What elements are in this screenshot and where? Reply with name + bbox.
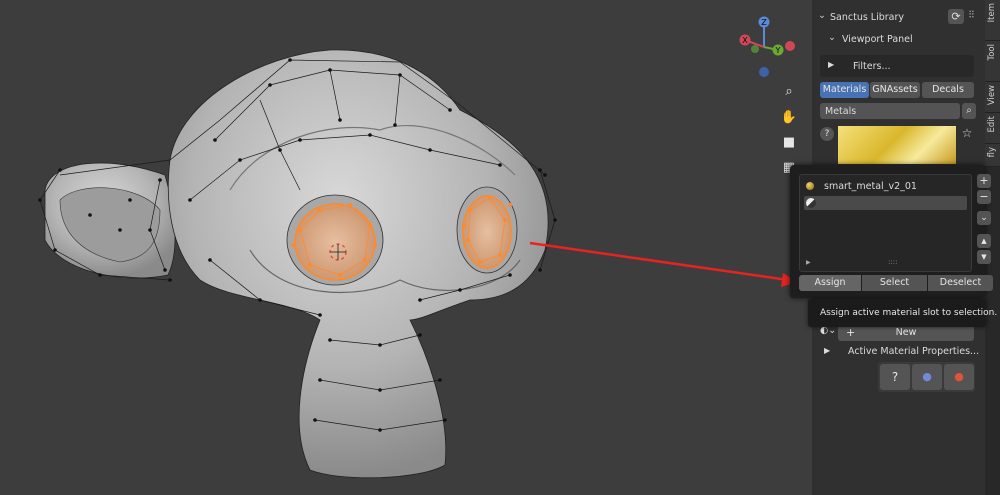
tab-tool-label: Tool xyxy=(987,44,997,61)
patreon-icon[interactable]: ● xyxy=(944,364,974,390)
active-material-properties-label: Active Material Properties... xyxy=(848,346,980,357)
tab-materials[interactable]: Materials xyxy=(820,82,869,98)
resize-grip-icon[interactable]: :::: xyxy=(888,258,897,266)
tab-view[interactable]: View xyxy=(985,82,1000,113)
tab-view-label: View xyxy=(987,85,997,106)
tooltip: Assign active material slot to selection… xyxy=(808,299,997,327)
select-button[interactable]: Select xyxy=(862,275,927,291)
viewport-subpanel-header[interactable]: ⌄ Viewport Panel xyxy=(812,30,985,48)
tab-edit-label: Edit xyxy=(987,116,997,133)
chevron-right-icon: ▶ xyxy=(828,60,835,69)
slot-menu-icon[interactable]: ⌄ xyxy=(977,211,991,225)
chevron-right-icon: ▶ xyxy=(824,346,831,355)
add-slot-icon[interactable]: + xyxy=(977,174,991,188)
pan-hand-icon[interactable]: ✋ xyxy=(780,109,798,127)
tab-edit[interactable]: Edit xyxy=(985,113,1000,144)
social-buttons: ? ● ● xyxy=(878,362,975,392)
material-slot-list[interactable]: smart_metal_v2_01 ▶ :::: xyxy=(799,174,972,272)
slot-name: smart_metal_v2_01 xyxy=(824,181,917,192)
discord-icon[interactable]: ● xyxy=(912,364,942,390)
axis-gizmo[interactable]: Z X Y xyxy=(733,14,797,80)
tab-fly[interactable]: fly xyxy=(985,144,1000,167)
empty-material-icon xyxy=(806,198,816,208)
list-item[interactable]: smart_metal_v2_01 xyxy=(804,179,967,193)
material-browse-icon[interactable]: ◐⌄ xyxy=(820,325,838,341)
active-material-properties-toggle[interactable]: ▶ Active Material Properties... xyxy=(812,344,985,360)
chevron-down-icon[interactable]: ⌄ xyxy=(828,32,836,43)
assign-button[interactable]: Assign xyxy=(799,275,861,291)
category-value: Metals xyxy=(825,106,857,117)
remove-slot-icon[interactable]: − xyxy=(977,190,991,204)
y-axis-label: Y xyxy=(775,46,781,55)
3d-cursor xyxy=(329,243,347,261)
library-header[interactable]: ⌄ Sanctus Library ⟳ ⠿ xyxy=(812,8,985,26)
favorite-star-icon[interactable]: ☆ xyxy=(960,126,974,140)
deselect-button[interactable]: Deselect xyxy=(928,275,993,291)
new-material-label: New xyxy=(895,327,917,338)
refresh-icon[interactable]: ⟳ xyxy=(948,9,964,24)
move-up-icon[interactable]: ▲ xyxy=(977,234,991,248)
plus-icon: + xyxy=(846,326,856,339)
zoom-icon[interactable]: ⌕ xyxy=(780,83,798,101)
x-axis-label-neg: X xyxy=(742,36,748,45)
list-item[interactable] xyxy=(804,196,967,210)
filters-label: Filters... xyxy=(853,61,891,72)
help-icon[interactable]: ? xyxy=(880,364,910,390)
material-preview-thumbnail[interactable] xyxy=(838,126,956,164)
suzanne-mesh[interactable] xyxy=(0,0,800,495)
subpanel-title: Viewport Panel xyxy=(842,34,913,45)
filters-toggle[interactable]: ▶ Filters... xyxy=(820,55,974,77)
drag-handle-icon[interactable]: ⠿ xyxy=(968,10,975,21)
material-sphere-icon xyxy=(806,182,814,190)
tab-decals[interactable]: Decals xyxy=(922,82,974,98)
library-title: Sanctus Library xyxy=(830,12,905,23)
tab-item-label: Item xyxy=(987,3,997,23)
category-select[interactable]: Metals xyxy=(820,103,960,119)
chevron-down-icon[interactable]: ⌄ xyxy=(818,10,826,21)
tab-fly-label: fly xyxy=(987,147,997,158)
search-icon[interactable]: ⌕ xyxy=(962,103,976,119)
new-material-button[interactable]: + New xyxy=(838,325,974,341)
help-icon[interactable]: ? xyxy=(820,127,834,141)
camera-icon[interactable]: ■ xyxy=(780,134,798,152)
annotation-arrow xyxy=(529,241,797,287)
chevron-right-icon[interactable]: ▶ xyxy=(806,259,811,266)
tab-gnassets[interactable]: GNAssets xyxy=(870,82,920,98)
tab-tool[interactable]: Tool xyxy=(985,41,1000,82)
z-axis-label: Z xyxy=(761,18,767,27)
move-down-icon[interactable]: ▼ xyxy=(977,250,991,264)
tab-item[interactable]: Item xyxy=(985,0,1000,41)
